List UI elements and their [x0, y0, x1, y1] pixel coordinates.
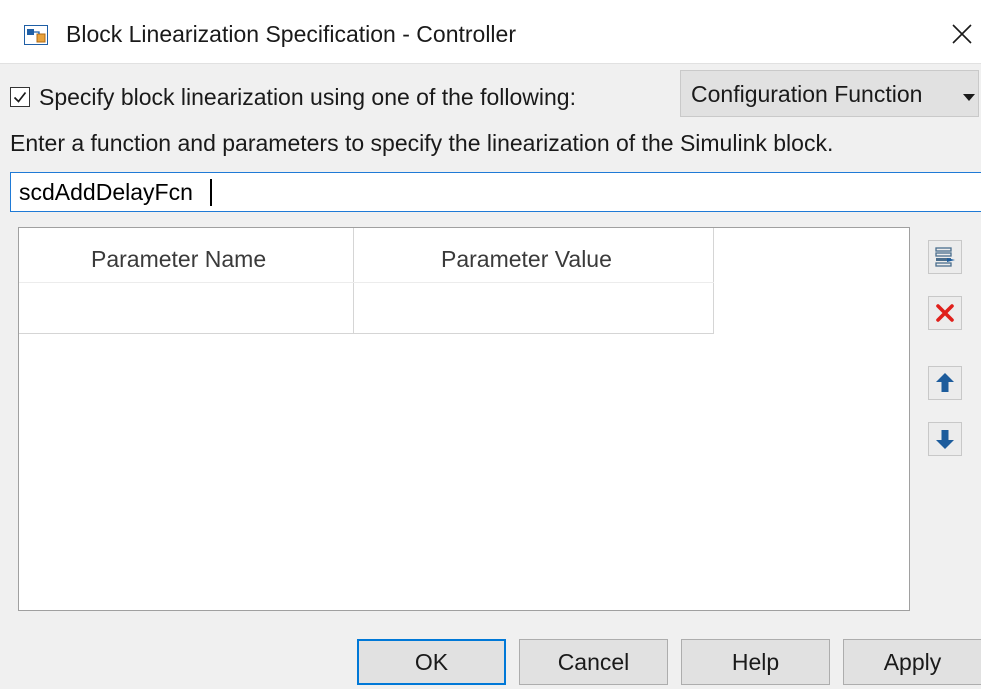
delete-icon	[936, 304, 954, 322]
specify-linearization-row: Specify block linearization using one of…	[10, 79, 576, 115]
window-title: Block Linearization Specification - Cont…	[66, 21, 516, 47]
move-down-button[interactable]	[928, 422, 962, 456]
column-header-parameter-value[interactable]: Parameter Value	[441, 244, 612, 274]
close-button[interactable]	[944, 16, 980, 52]
parameter-table[interactable]: Parameter Name Parameter Value	[18, 227, 910, 611]
delete-row-button[interactable]	[928, 296, 962, 330]
chevron-down-icon	[963, 89, 975, 107]
header-separator	[19, 282, 714, 283]
add-row-icon	[935, 247, 955, 267]
arrow-up-icon	[936, 373, 954, 392]
specify-linearization-label[interactable]: Specify block linearization using one of…	[39, 82, 576, 112]
simulink-block-icon	[24, 25, 48, 45]
add-row-button[interactable]	[928, 240, 962, 274]
dropdown-selected-value: Configuration Function	[691, 81, 923, 107]
apply-button[interactable]: Apply	[843, 639, 981, 685]
help-button[interactable]: Help	[681, 639, 830, 685]
title-bar: Block Linearization Specification - Cont…	[0, 0, 981, 64]
column-divider	[353, 228, 354, 334]
dialog-window: Block Linearization Specification - Cont…	[0, 0, 981, 689]
close-icon	[952, 24, 972, 44]
checkmark-icon	[13, 91, 27, 103]
column-header-parameter-name[interactable]: Parameter Name	[91, 244, 266, 274]
cancel-button[interactable]: Cancel	[519, 639, 668, 685]
text-cursor	[210, 179, 212, 206]
arrow-down-icon	[936, 430, 954, 449]
instruction-text: Enter a function and parameters to speci…	[10, 130, 834, 156]
move-up-button[interactable]	[928, 366, 962, 400]
parameter-table-grid: Parameter Name Parameter Value	[19, 228, 714, 334]
function-input[interactable]	[10, 172, 981, 212]
ok-button[interactable]: OK	[357, 639, 506, 685]
linearization-method-dropdown[interactable]: Configuration Function	[680, 70, 979, 117]
specify-linearization-checkbox[interactable]	[10, 87, 30, 107]
